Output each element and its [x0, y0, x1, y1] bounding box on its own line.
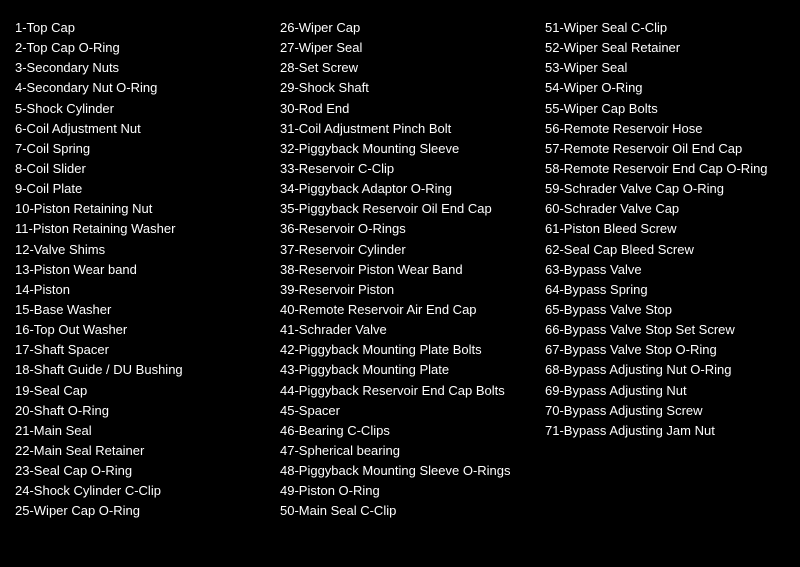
- list-item: 11-Piston Retaining Washer: [15, 219, 270, 239]
- list-item: 20-Shaft O-Ring: [15, 401, 270, 421]
- list-item: 13-Piston Wear band: [15, 260, 270, 280]
- list-item: 66-Bypass Valve Stop Set Screw: [545, 320, 800, 340]
- list-item: 2-Top Cap O-Ring: [15, 38, 270, 58]
- list-item: 42-Piggyback Mounting Plate Bolts: [280, 340, 535, 360]
- list-item: 24-Shock Cylinder C-Clip: [15, 481, 270, 501]
- column-2: 26-Wiper Cap27-Wiper Seal28-Set Screw29-…: [280, 10, 545, 522]
- list-item: 51-Wiper Seal C-Clip: [545, 18, 800, 38]
- list-item: 38-Reservoir Piston Wear Band: [280, 260, 535, 280]
- list-item: 41-Schrader Valve: [280, 320, 535, 340]
- list-item: 21-Main Seal: [15, 421, 270, 441]
- list-item: 60-Schrader Valve Cap: [545, 199, 800, 219]
- list-item: 17-Shaft Spacer: [15, 340, 270, 360]
- list-item: 52-Wiper Seal Retainer: [545, 38, 800, 58]
- list-item: 69-Bypass Adjusting Nut: [545, 381, 800, 401]
- list-item: 30-Rod End: [280, 99, 535, 119]
- list-item: 33-Reservoir C-Clip: [280, 159, 535, 179]
- list-item: 36-Reservoir O-Rings: [280, 219, 535, 239]
- list-item: 40-Remote Reservoir Air End Cap: [280, 300, 535, 320]
- list-item: 5-Shock Cylinder: [15, 99, 270, 119]
- list-item: 43-Piggyback Mounting Plate: [280, 360, 535, 380]
- list-item: 3-Secondary Nuts: [15, 58, 270, 78]
- list-item: 64-Bypass Spring: [545, 280, 800, 300]
- list-item: 34-Piggyback Adaptor O-Ring: [280, 179, 535, 199]
- list-item: 1-Top Cap: [15, 18, 270, 38]
- list-item: 63-Bypass Valve: [545, 260, 800, 280]
- list-item: 39-Reservoir Piston: [280, 280, 535, 300]
- list-item: 67-Bypass Valve Stop O-Ring: [545, 340, 800, 360]
- list-item: 54-Wiper O-Ring: [545, 78, 800, 98]
- list-item: 32-Piggyback Mounting Sleeve: [280, 139, 535, 159]
- list-item: 37-Reservoir Cylinder: [280, 240, 535, 260]
- list-item: 10-Piston Retaining Nut: [15, 199, 270, 219]
- column-1: 1-Top Cap2-Top Cap O-Ring3-Secondary Nut…: [15, 10, 280, 522]
- list-item: 31-Coil Adjustment Pinch Bolt: [280, 119, 535, 139]
- list-item: 70-Bypass Adjusting Screw: [545, 401, 800, 421]
- list-item: 6-Coil Adjustment Nut: [15, 119, 270, 139]
- list-item: 46-Bearing C-Clips: [280, 421, 535, 441]
- list-item: 53-Wiper Seal: [545, 58, 800, 78]
- list-item: 28-Set Screw: [280, 58, 535, 78]
- list-item: 25-Wiper Cap O-Ring: [15, 501, 270, 521]
- list-item: 57-Remote Reservoir Oil End Cap: [545, 139, 800, 159]
- list-item: 56-Remote Reservoir Hose: [545, 119, 800, 139]
- list-item: 22-Main Seal Retainer: [15, 441, 270, 461]
- list-item: 48-Piggyback Mounting Sleeve O-Rings: [280, 461, 535, 481]
- list-item: 27-Wiper Seal: [280, 38, 535, 58]
- list-item: 16-Top Out Washer: [15, 320, 270, 340]
- list-item: 29-Shock Shaft: [280, 78, 535, 98]
- list-item: 18-Shaft Guide / DU Bushing: [15, 360, 270, 380]
- list-item: 62-Seal Cap Bleed Screw: [545, 240, 800, 260]
- list-item: 8-Coil Slider: [15, 159, 270, 179]
- list-item: 4-Secondary Nut O-Ring: [15, 78, 270, 98]
- list-item: 35-Piggyback Reservoir Oil End Cap: [280, 199, 535, 219]
- list-item: 15-Base Washer: [15, 300, 270, 320]
- list-item: 65-Bypass Valve Stop: [545, 300, 800, 320]
- list-item: 55-Wiper Cap Bolts: [545, 99, 800, 119]
- list-item: 61-Piston Bleed Screw: [545, 219, 800, 239]
- list-item: 9-Coil Plate: [15, 179, 270, 199]
- list-item: 71-Bypass Adjusting Jam Nut: [545, 421, 800, 441]
- list-item: 23-Seal Cap O-Ring: [15, 461, 270, 481]
- list-item: 45-Spacer: [280, 401, 535, 421]
- list-item: 50-Main Seal C-Clip: [280, 501, 535, 521]
- list-item: 7-Coil Spring: [15, 139, 270, 159]
- list-item: 19-Seal Cap: [15, 381, 270, 401]
- column-3: 51-Wiper Seal C-Clip52-Wiper Seal Retain…: [545, 10, 800, 441]
- list-item: 14-Piston: [15, 280, 270, 300]
- list-item: 44-Piggyback Reservoir End Cap Bolts: [280, 381, 535, 401]
- list-item: 12-Valve Shims: [15, 240, 270, 260]
- list-item: 49-Piston O-Ring: [280, 481, 535, 501]
- list-item: 58-Remote Reservoir End Cap O-Ring: [545, 159, 800, 179]
- list-item: 47-Spherical bearing: [280, 441, 535, 461]
- list-item: 68-Bypass Adjusting Nut O-Ring: [545, 360, 800, 380]
- parts-list: 1-Top Cap2-Top Cap O-Ring3-Secondary Nut…: [15, 10, 785, 522]
- list-item: 59-Schrader Valve Cap O-Ring: [545, 179, 800, 199]
- list-item: 26-Wiper Cap: [280, 18, 535, 38]
